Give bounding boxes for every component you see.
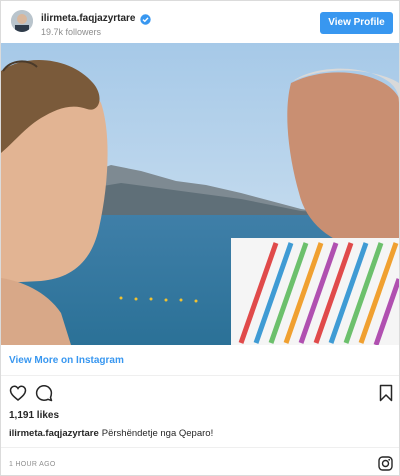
follower-count: 19.7k followers <box>41 27 102 37</box>
verified-badge-icon <box>140 12 151 25</box>
username-link[interactable]: ilirmeta.faqjazyrtare <box>41 13 136 24</box>
post-timestamp[interactable]: 1 HOUR AGO <box>9 461 56 468</box>
caption-text: Përshëndetje nga Qeparo! <box>101 428 214 439</box>
post-header: ilirmeta.faqjazyrtare 19.7k followers Vi… <box>1 1 399 43</box>
divider <box>1 447 399 448</box>
like-count[interactable]: 1,191 likes <box>9 410 59 421</box>
instagram-icon[interactable] <box>378 456 393 471</box>
view-more-link[interactable]: View More on Instagram <box>9 355 124 366</box>
view-profile-button[interactable]: View Profile <box>320 12 393 34</box>
bookmark-icon[interactable] <box>377 384 395 402</box>
divider <box>1 375 399 376</box>
post-photo[interactable] <box>1 43 399 345</box>
instagram-embed-card: ilirmeta.faqjazyrtare 19.7k followers Vi… <box>0 0 400 476</box>
avatar[interactable] <box>11 10 33 32</box>
heart-icon[interactable] <box>9 384 27 402</box>
caption-username[interactable]: ilirmeta.faqjazyrtare <box>9 428 99 439</box>
comment-icon[interactable] <box>35 384 53 402</box>
post-caption: ilirmeta.faqjazyrtare Përshëndetje nga Qe… <box>9 428 213 439</box>
